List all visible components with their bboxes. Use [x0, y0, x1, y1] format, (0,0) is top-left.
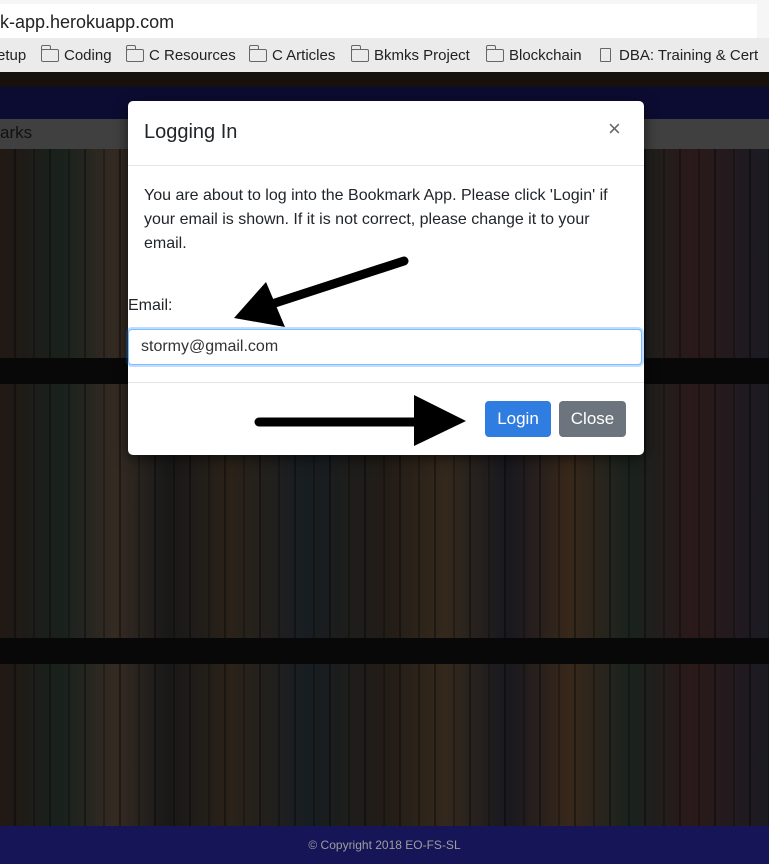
bookmark-label: etup [0, 46, 27, 64]
bookmark-coding[interactable]: Coding [40, 38, 112, 72]
modal-message: You are about to log into the Bookmark A… [144, 187, 608, 252]
bookmark-c-articles[interactable]: C Articles [248, 38, 336, 72]
folder-icon [485, 44, 504, 62]
email-field[interactable] [128, 329, 642, 365]
login-modal: Logging In × You are about to log into t… [128, 101, 644, 455]
bookmark-bkmks-project[interactable]: Bkmks Project [350, 38, 470, 72]
bookmark-c-resources[interactable]: C Resources [125, 38, 236, 72]
bookmark-label: Blockchain [509, 46, 582, 64]
bookmark-label: Bkmks Project [374, 46, 470, 64]
bookmark-label: C Articles [272, 46, 336, 64]
modal-header: Logging In × [128, 101, 644, 166]
bookmark-label: C Resources [149, 46, 236, 64]
bookmarks-bar: etup Coding C Resources C Articles Bkmks… [0, 38, 769, 73]
close-icon[interactable]: × [608, 116, 621, 142]
folder-icon [40, 44, 59, 62]
folder-icon [248, 44, 267, 62]
email-label: Email: [128, 297, 173, 314]
address-bar[interactable]: k-app.herokuapp.com [0, 4, 757, 39]
browser-toolbar: k-app.herokuapp.com [0, 0, 769, 39]
folder-icon [125, 44, 144, 62]
login-button[interactable]: Login [485, 401, 551, 437]
close-button[interactable]: Close [559, 401, 626, 437]
page-icon [600, 48, 611, 62]
modal-title: Logging In [144, 121, 238, 143]
copyright-text: © Copyright 2018 EO-FS-SL [308, 838, 461, 852]
bookmark-dba-training[interactable]: DBA: Training & Cert [600, 38, 758, 72]
page-footer: © Copyright 2018 EO-FS-SL [0, 826, 769, 864]
bookmark-setup[interactable]: etup [0, 38, 26, 72]
folder-icon [350, 44, 369, 62]
modal-footer-divider [128, 382, 644, 383]
bookmark-blockchain[interactable]: Blockchain [485, 38, 582, 72]
bookmark-label: Coding [64, 46, 112, 64]
bookmark-label: DBA: Training & Cert [619, 46, 759, 64]
url-text: k-app.herokuapp.com [0, 12, 175, 32]
